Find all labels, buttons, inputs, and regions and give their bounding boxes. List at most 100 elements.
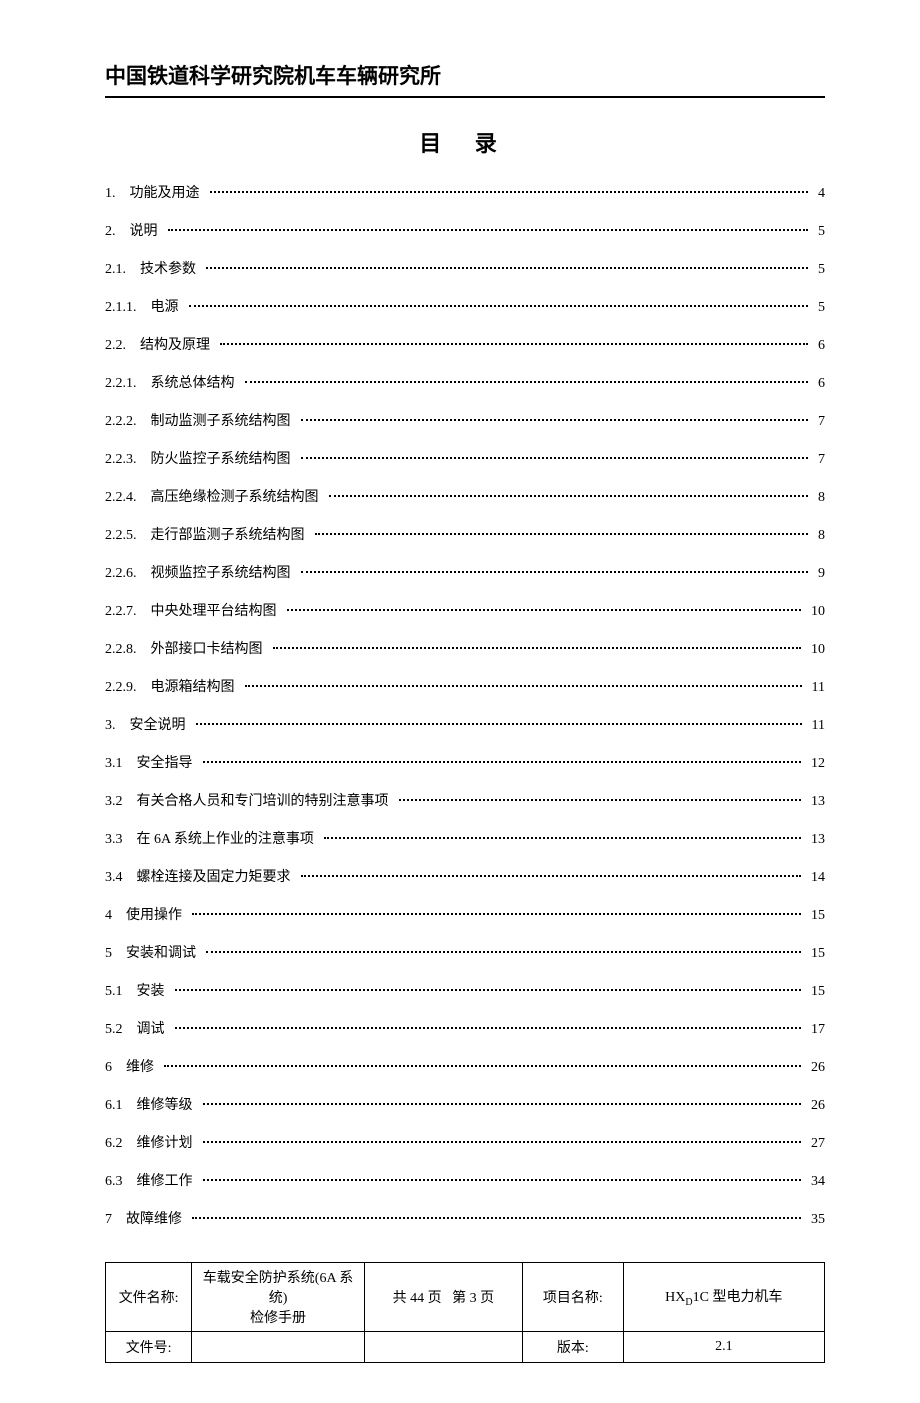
toc-entry-page: 8 — [812, 522, 825, 550]
toc-dot-leader — [164, 1065, 801, 1067]
cell-blank — [364, 1332, 522, 1363]
toc-entry-text: 防火监控子系统结构图 — [151, 446, 297, 474]
toc-entry-page: 6 — [812, 370, 825, 398]
toc-entry-text: 维修计划 — [137, 1130, 199, 1158]
cell-file-no-value — [192, 1332, 365, 1363]
toc-entry: 2.1.技术参数5 — [105, 256, 825, 284]
toc-entry-page: 11 — [806, 712, 825, 740]
toc-entry-number: 4 — [105, 902, 126, 930]
footer-info-table: 文件名称: 车载安全防护系统(6A 系统)检修手册 共 44 页 第 3 页 项… — [105, 1262, 825, 1363]
toc-entry: 2.1.1.电源5 — [105, 294, 825, 322]
toc-entry: 6维修26 — [105, 1054, 825, 1082]
toc-entry-text: 安全指导 — [137, 750, 199, 778]
toc-dot-leader — [175, 1027, 802, 1029]
file-title-line: 检修手册 — [250, 1311, 306, 1326]
toc-entry-number: 3.1 — [105, 750, 137, 778]
toc-entry-page: 8 — [812, 484, 825, 512]
toc-entry-number: 2.2.2. — [105, 408, 151, 436]
toc-entry-text: 高压绝缘检测子系统结构图 — [151, 484, 325, 512]
toc-dot-leader — [301, 571, 809, 573]
toc-entry: 2.2.2.制动监测子系统结构图7 — [105, 408, 825, 436]
toc-entry-text: 走行部监测子系统结构图 — [151, 522, 311, 550]
toc-entry-number: 5 — [105, 940, 126, 968]
toc-entry-text: 故障维修 — [126, 1206, 188, 1234]
toc-entry-text: 制动监测子系统结构图 — [151, 408, 297, 436]
toc-entry-number: 2.2.5. — [105, 522, 151, 550]
toc-entry-text: 使用操作 — [126, 902, 188, 930]
toc-entry: 2.2.3.防火监控子系统结构图7 — [105, 446, 825, 474]
toc-dot-leader — [245, 685, 802, 687]
toc-entry-text: 调试 — [137, 1016, 171, 1044]
toc-entry-page: 34 — [805, 1168, 825, 1196]
toc-entry: 7故障维修35 — [105, 1206, 825, 1234]
toc-entry-text: 螺栓连接及固定力矩要求 — [137, 864, 297, 892]
toc-entry-page: 6 — [812, 332, 825, 360]
toc-entry-text: 系统总体结构 — [151, 370, 241, 398]
toc-entry: 1.功能及用途4 — [105, 180, 825, 208]
cell-project-name-value: HXD1C 型电力机车 — [623, 1263, 824, 1332]
toc-entry-page: 11 — [806, 674, 825, 702]
toc-entry-page: 13 — [805, 826, 825, 854]
cell-file-no-label: 文件号: — [106, 1332, 192, 1363]
toc-dot-leader — [287, 609, 802, 611]
toc-entry-page: 15 — [805, 902, 825, 930]
toc-entry-number: 2.2. — [105, 332, 140, 360]
cell-version-value: 2.1 — [623, 1332, 824, 1363]
total-pages: 共 44 页 — [393, 1291, 442, 1306]
toc-entry-page: 12 — [805, 750, 825, 778]
toc-entry-text: 维修工作 — [137, 1168, 199, 1196]
toc-entry: 3.4螺栓连接及固定力矩要求14 — [105, 864, 825, 892]
file-title-line: 车载安全防护系统(6A 系统) — [203, 1271, 354, 1306]
toc-entry-page: 26 — [805, 1092, 825, 1120]
toc-dot-leader — [399, 799, 802, 801]
toc-list: 1.功能及用途42.说明52.1.技术参数52.1.1.电源52.2.结构及原理… — [105, 180, 825, 1234]
toc-dot-leader — [192, 913, 801, 915]
model-prefix: HX — [665, 1290, 685, 1305]
toc-entry-text: 在 6A 系统上作业的注意事项 — [137, 826, 320, 854]
toc-entry-number: 2.2.8. — [105, 636, 151, 664]
toc-dot-leader — [273, 647, 802, 649]
toc-entry-text: 有关合格人员和专门培训的特别注意事项 — [137, 788, 395, 816]
current-page: 第 3 页 — [452, 1291, 494, 1306]
toc-entry-number: 5.1 — [105, 978, 137, 1006]
toc-entry-page: 5 — [812, 256, 825, 284]
toc-entry-page: 13 — [805, 788, 825, 816]
toc-entry: 2.2.7.中央处理平台结构图10 — [105, 598, 825, 626]
toc-dot-leader — [203, 1179, 802, 1181]
cell-project-name-label: 项目名称: — [522, 1263, 623, 1332]
toc-dot-leader — [175, 989, 802, 991]
toc-entry-page: 10 — [805, 598, 825, 626]
cell-version-label: 版本: — [522, 1332, 623, 1363]
toc-dot-leader — [196, 723, 802, 725]
toc-entry-text: 外部接口卡结构图 — [151, 636, 269, 664]
cell-file-name-value: 车载安全防护系统(6A 系统) 检修手册 — [192, 1263, 365, 1332]
toc-entry: 3.1安全指导 12 — [105, 750, 825, 778]
toc-dot-leader — [301, 875, 802, 877]
toc-entry-number: 2.2.3. — [105, 446, 151, 474]
toc-dot-leader — [189, 305, 809, 307]
toc-entry-page: 4 — [812, 180, 825, 208]
toc-entry-text: 结构及原理 — [140, 332, 216, 360]
toc-dot-leader — [220, 343, 808, 345]
toc-entry: 2.2.4.高压绝缘检测子系统结构图8 — [105, 484, 825, 512]
toc-entry-number: 2.2.1. — [105, 370, 151, 398]
model-suffix: 1C 型电力机车 — [693, 1290, 783, 1305]
toc-dot-leader — [203, 1103, 802, 1105]
model-subscript: D — [685, 1297, 692, 1308]
toc-entry-number: 7 — [105, 1206, 126, 1234]
toc-entry-number: 2.1. — [105, 256, 140, 284]
toc-entry-page: 9 — [812, 560, 825, 588]
toc-entry-number: 3.2 — [105, 788, 137, 816]
toc-entry-page: 5 — [812, 294, 825, 322]
toc-dot-leader — [192, 1217, 801, 1219]
toc-entry-text: 电源 — [151, 294, 185, 322]
toc-entry-page: 5 — [812, 218, 825, 246]
toc-entry-page: 10 — [805, 636, 825, 664]
toc-dot-leader — [301, 419, 809, 421]
toc-entry-text: 维修等级 — [137, 1092, 199, 1120]
toc-title: 目 录 — [105, 126, 825, 158]
toc-entry: 3.3在 6A 系统上作业的注意事项13 — [105, 826, 825, 854]
toc-entry-text: 视频监控子系统结构图 — [151, 560, 297, 588]
toc-entry: 3.安全说明11 — [105, 712, 825, 740]
toc-entry-number: 3.4 — [105, 864, 137, 892]
